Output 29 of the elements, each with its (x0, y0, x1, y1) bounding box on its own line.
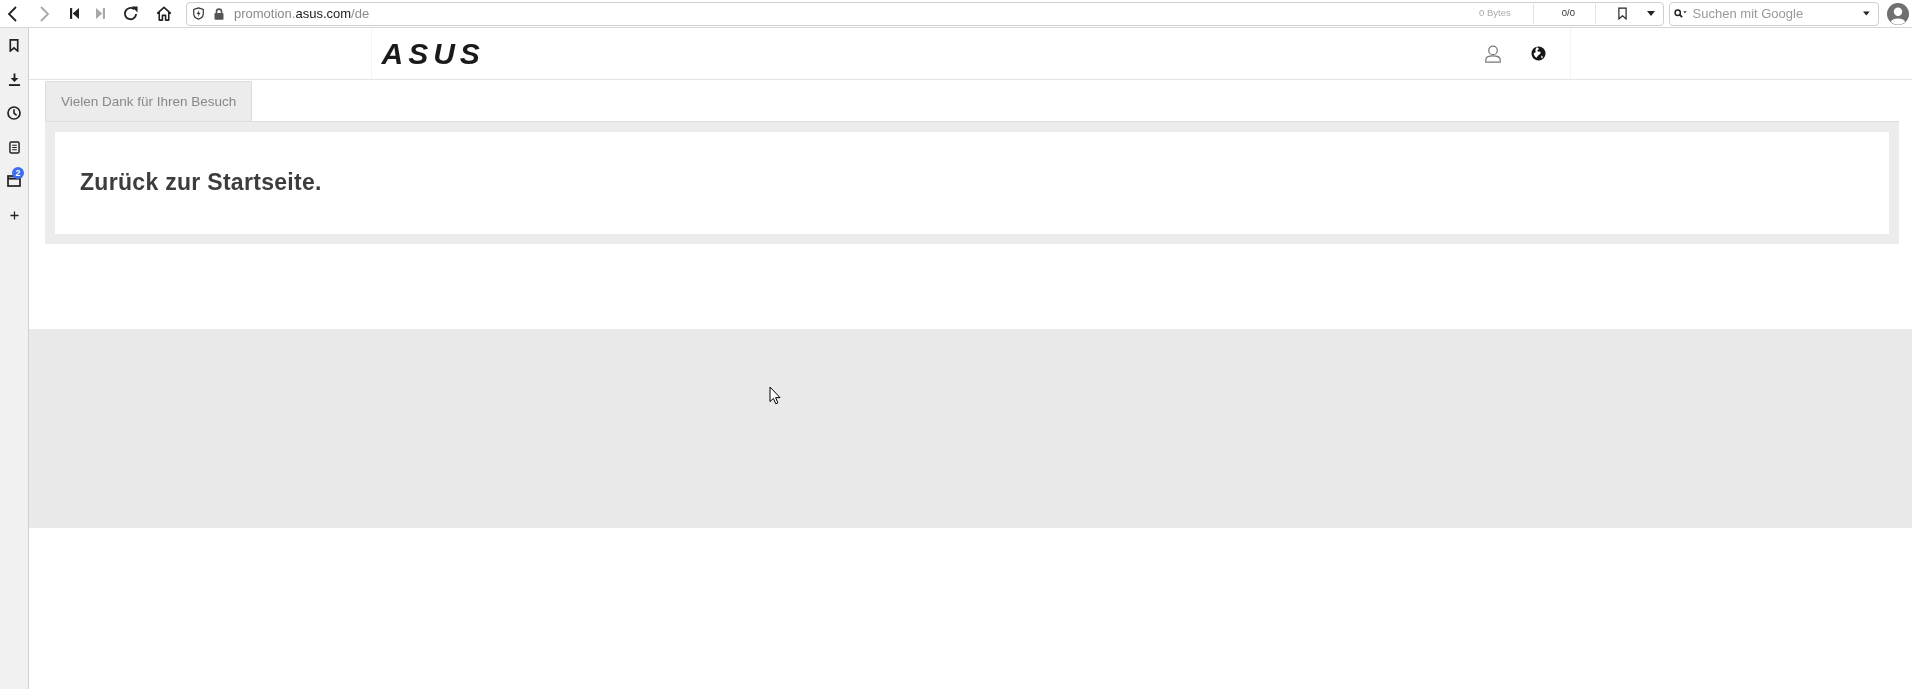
bookmark-icon[interactable] (1618, 7, 1627, 20)
user-icon[interactable] (1484, 44, 1501, 63)
page-heading[interactable]: Zurück zur Startseite. (80, 169, 322, 197)
bookmark-icon[interactable] (9, 38, 19, 52)
plus-icon[interactable] (9, 210, 19, 220)
window-icon[interactable] (7, 175, 21, 187)
home-icon[interactable] (156, 6, 172, 21)
lock-icon (214, 7, 224, 20)
mouse-pointer-icon (769, 386, 781, 405)
avatar-icon[interactable] (1887, 2, 1909, 25)
globe-icon[interactable] (1530, 46, 1546, 61)
reload-icon[interactable] (123, 6, 138, 21)
search-icon[interactable] (1674, 8, 1687, 19)
counter-text: 0/0 (1561, 6, 1575, 21)
caret-down-icon[interactable] (1863, 11, 1870, 16)
skip-back-icon[interactable] (70, 8, 79, 19)
shield-icon[interactable] (193, 7, 204, 20)
url-text[interactable]: promotion.asus.com/de (234, 3, 370, 24)
back-icon[interactable] (7, 5, 17, 22)
count-badge: 2 (12, 167, 24, 179)
notes-icon[interactable] (8, 140, 20, 154)
search-field[interactable]: Suchen mit Google (1692, 3, 1858, 24)
caret-down-icon[interactable] (1647, 11, 1655, 16)
brand-logo[interactable]: ASUS (381, 38, 485, 69)
download-icon[interactable] (7, 72, 21, 86)
download-size-text: 0 Bytes (1479, 6, 1511, 21)
address-bar[interactable]: promotion.asus.com/de 0 Bytes 0/0 (186, 1, 1664, 26)
search-bar[interactable]: Suchen mit Google (1669, 1, 1879, 26)
clock-icon[interactable] (7, 106, 21, 120)
